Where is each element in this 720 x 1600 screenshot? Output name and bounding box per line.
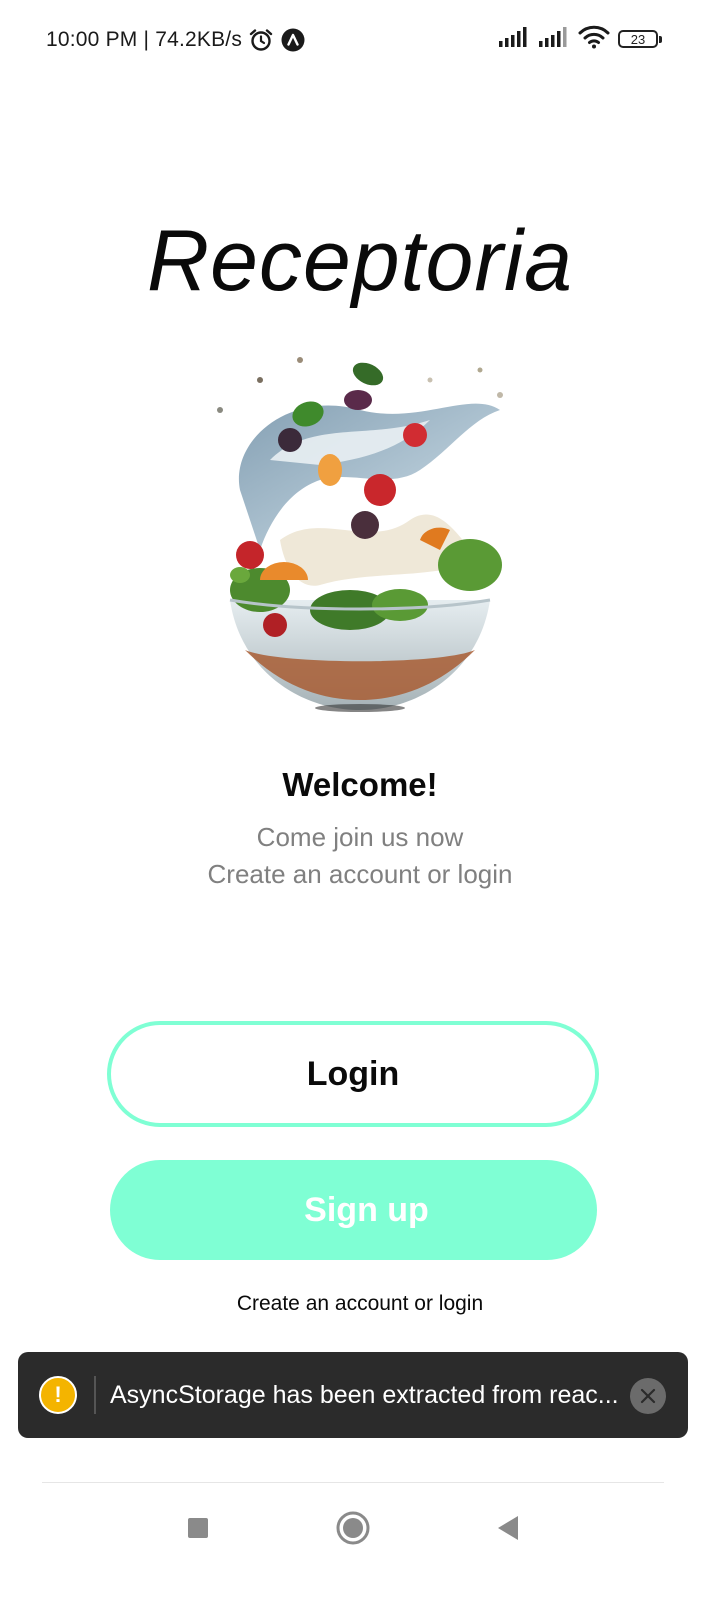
alarm-icon [248, 27, 274, 53]
battery-level: 23 [630, 31, 646, 47]
home-icon[interactable] [333, 1508, 373, 1548]
warning-icon: ! [39, 1376, 77, 1414]
recents-icon[interactable] [178, 1508, 218, 1548]
signal-icon [538, 26, 570, 53]
welcome-subtitle-line-2: Create an account or login [207, 859, 513, 889]
warning-toast[interactable]: ! AsyncStorage has been extracted from r… [18, 1352, 688, 1438]
wifi-icon [578, 25, 610, 54]
status-left: 10:00 PM | 74.2KB/s [46, 26, 306, 54]
salad-bowl-illustration [200, 350, 520, 720]
status-bar: 10:00 PM | 74.2KB/s 23 [0, 0, 720, 78]
signal-icon [498, 26, 530, 53]
status-time-speed: 10:00 PM | 74.2KB/s [46, 28, 243, 51]
toast-divider [94, 1376, 96, 1414]
close-icon[interactable] [630, 1378, 666, 1414]
login-button-label: Login [306, 1054, 400, 1093]
welcome-screen: 10:00 PM | 74.2KB/s 23 Receptoria Welcom… [0, 0, 720, 1600]
status-right: 23 [498, 24, 662, 54]
signup-button-label: Sign up [304, 1190, 429, 1229]
toast-message: AsyncStorage has been extracted from rea… [110, 1381, 619, 1409]
app-title: Receptoria [147, 213, 573, 309]
signup-button[interactable]: Sign up [110, 1160, 597, 1260]
battery-icon: 23 [618, 30, 662, 48]
welcome-subtitle-line-1: Come join us now [256, 822, 464, 852]
welcome-title: Welcome! [282, 766, 438, 803]
back-icon[interactable] [488, 1508, 528, 1548]
app-notification-icon [280, 27, 306, 53]
nav-divider [42, 1482, 664, 1483]
footer-text: Create an account or login [236, 1292, 484, 1315]
login-button[interactable]: Login [107, 1021, 599, 1127]
